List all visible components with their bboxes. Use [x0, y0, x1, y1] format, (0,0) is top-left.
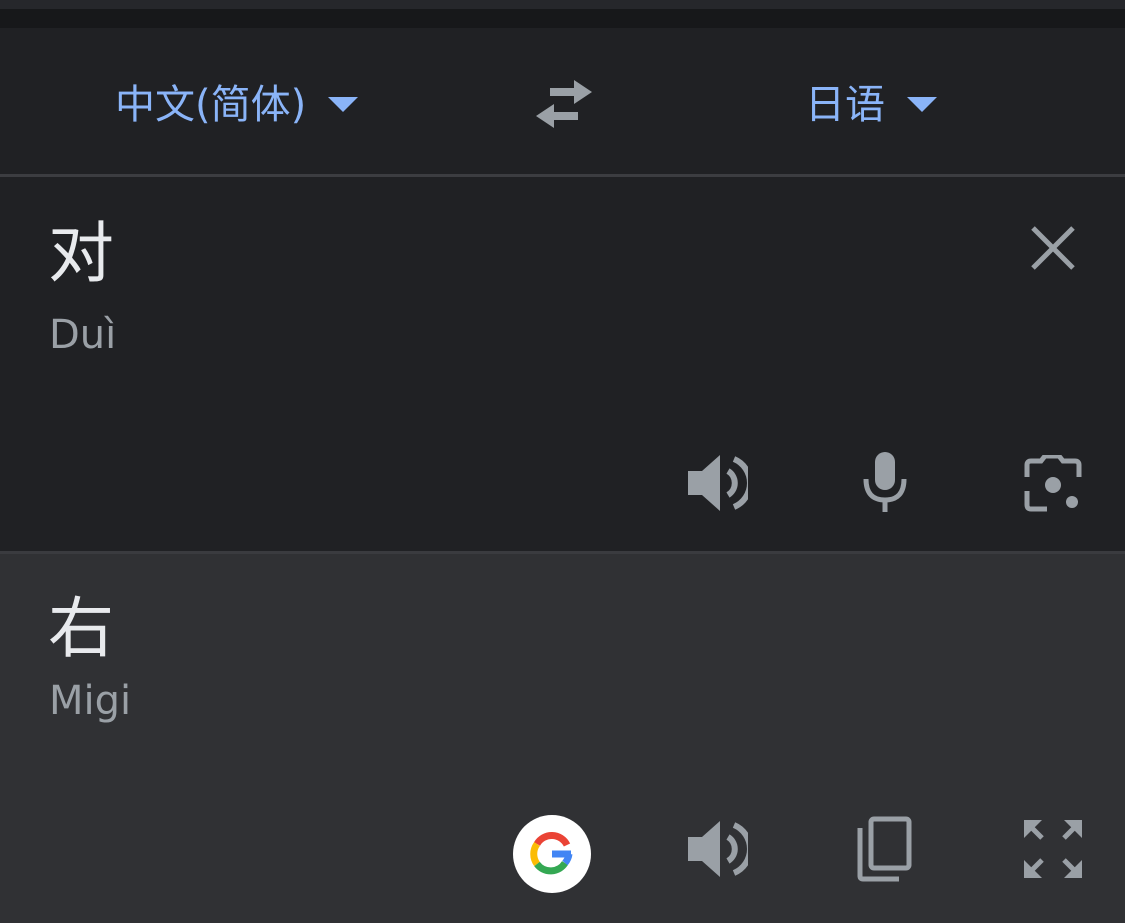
translation-romanization: Migi — [49, 678, 132, 724]
source-listen-button[interactable] — [686, 453, 748, 513]
status-strip — [0, 0, 1125, 9]
source-text[interactable]: 对 — [48, 221, 114, 287]
target-dropdown-icon — [907, 96, 937, 112]
source-dropdown-icon — [328, 96, 359, 112]
language-bar: 中文(简体) 日语 — [0, 28, 1125, 177]
source-language-label: 中文(简体) — [115, 82, 307, 128]
source-language-selector[interactable]: 中文(简体) — [115, 28, 359, 174]
copy-translation-button[interactable] — [855, 816, 913, 882]
target-language-label: 日语 — [805, 82, 885, 128]
voice-input-button[interactable] — [862, 451, 908, 513]
translation-listen-button[interactable] — [686, 819, 748, 879]
target-language-selector[interactable]: 日语 — [805, 28, 937, 174]
toolbar-shadow — [0, 9, 1125, 28]
camera-input-button[interactable] — [1023, 455, 1083, 513]
speaker-icon — [688, 455, 748, 511]
google-logo-icon — [513, 815, 591, 893]
copy-icon — [857, 816, 912, 882]
source-romanization: Duì — [49, 312, 117, 358]
camera-lens-icon — [1024, 455, 1082, 512]
translation-panel: 右 Migi — [0, 554, 1125, 923]
close-icon — [1031, 226, 1075, 270]
swap-arrows-icon — [536, 80, 592, 128]
google-search-button[interactable] — [513, 815, 591, 893]
speaker-icon — [688, 821, 748, 877]
fullscreen-icon — [1024, 820, 1082, 878]
swap-languages-button[interactable] — [530, 76, 598, 132]
translation-text: 右 — [48, 590, 114, 667]
fullscreen-button[interactable] — [1022, 818, 1084, 880]
microphone-icon — [863, 452, 907, 512]
source-panel[interactable]: 对 Duì — [0, 177, 1125, 554]
clear-button[interactable] — [1030, 225, 1076, 271]
